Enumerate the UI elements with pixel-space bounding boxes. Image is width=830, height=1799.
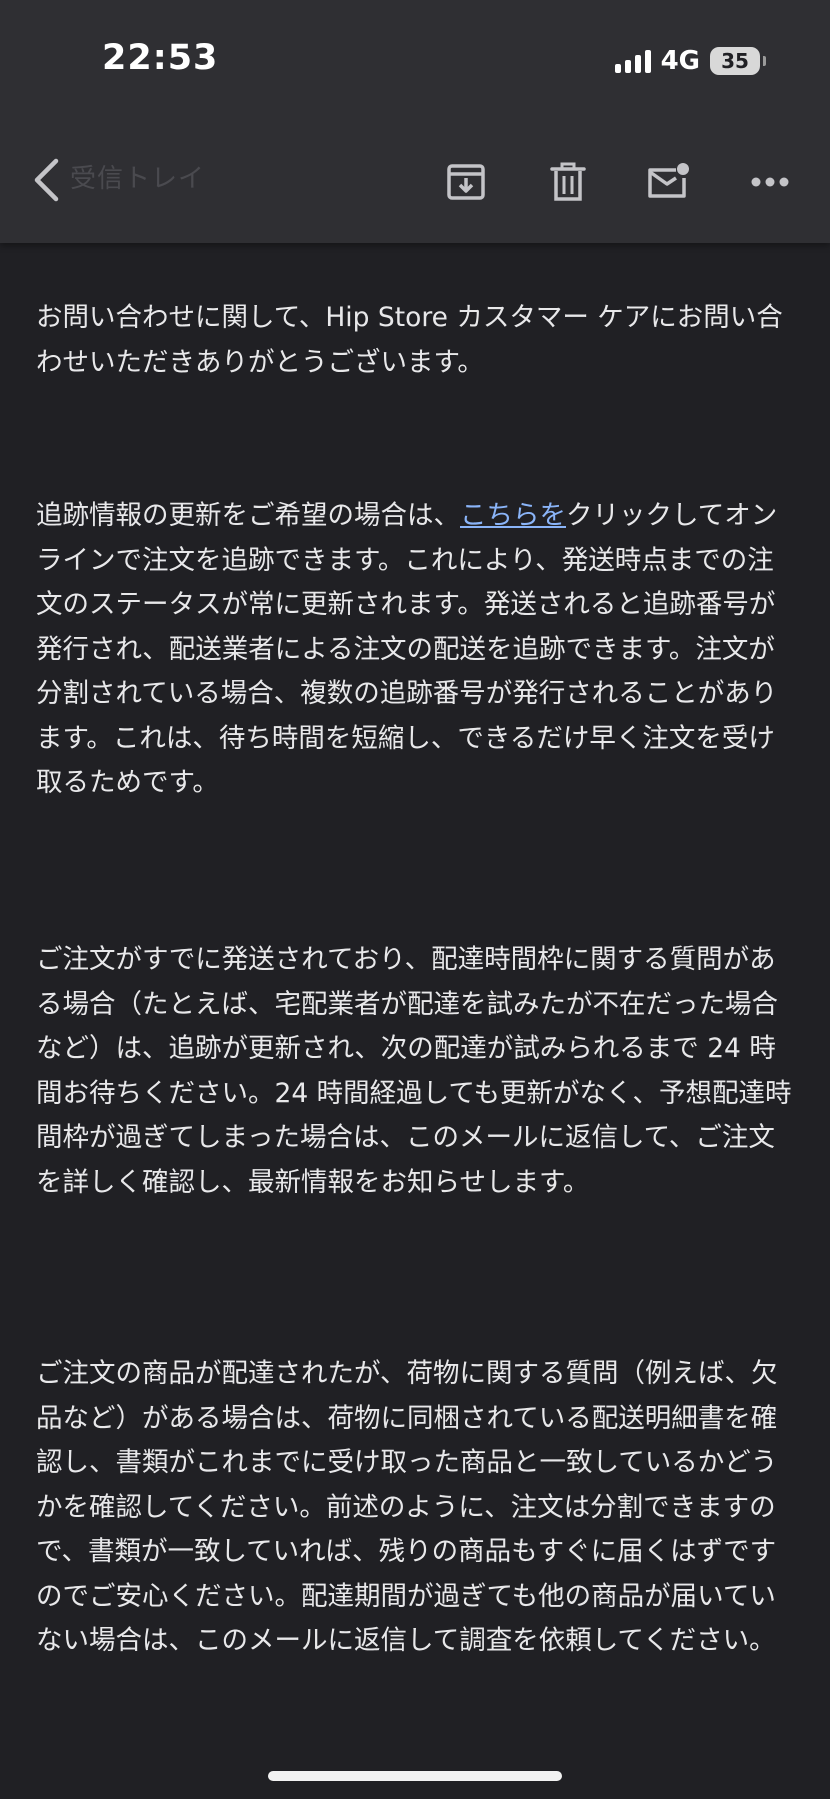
more-icon: [751, 177, 789, 187]
cellular-signal-icon: [614, 49, 651, 73]
email-paragraph: ご注文の商品が配達されたが、荷物に関する質問（例えば、欠品など）がある場合は、荷…: [36, 1358, 778, 1656]
more-options-button[interactable]: [748, 160, 792, 204]
network-type: 4G: [660, 46, 700, 76]
back-button[interactable]: [26, 154, 66, 206]
battery-level: 35: [721, 49, 749, 73]
trash-icon: [550, 162, 586, 201]
status-time: 22:53: [102, 38, 219, 78]
paragraph-text: クリックしてオンラインで注文を追跡できます。これにより、発送時点までの注文のステ…: [36, 500, 778, 798]
status-indicators: 4G 35: [614, 44, 766, 78]
email-paragraph: お問い合わせに関して、Hip Store カスタマー ケアにお問い合わせいただき…: [36, 302, 783, 378]
mark-unread-icon: [648, 163, 689, 198]
delete-button[interactable]: [546, 160, 590, 204]
back-label[interactable]: 受信トレイ: [70, 158, 205, 195]
archive-button[interactable]: [444, 160, 488, 204]
email-paragraph: ご注文がすでに発送されており、配達時間枠に関する質問がある場合（たとえば、宅配業…: [36, 944, 792, 1198]
mark-unread-button[interactable]: [646, 160, 690, 204]
battery-icon: 35: [710, 47, 766, 75]
back-arrow-icon: [34, 158, 59, 202]
archive-icon: [447, 164, 485, 200]
app-header: 22:53 4G 35 受信トレイ: [0, 0, 830, 243]
email-detail-screen: 22:53 4G 35 受信トレイ お問い合わせに関して、Hip Store カ…: [0, 0, 830, 1799]
email-paragraph: 追跡情報の更新をご希望の場合は、こちらをクリックしてオンラインで注文を追跡できま…: [36, 494, 796, 806]
tracking-link[interactable]: こちらを: [460, 500, 566, 531]
paragraph-text: 追跡情報の更新をご希望の場合は、: [36, 500, 460, 531]
home-indicator[interactable]: [268, 1771, 562, 1781]
